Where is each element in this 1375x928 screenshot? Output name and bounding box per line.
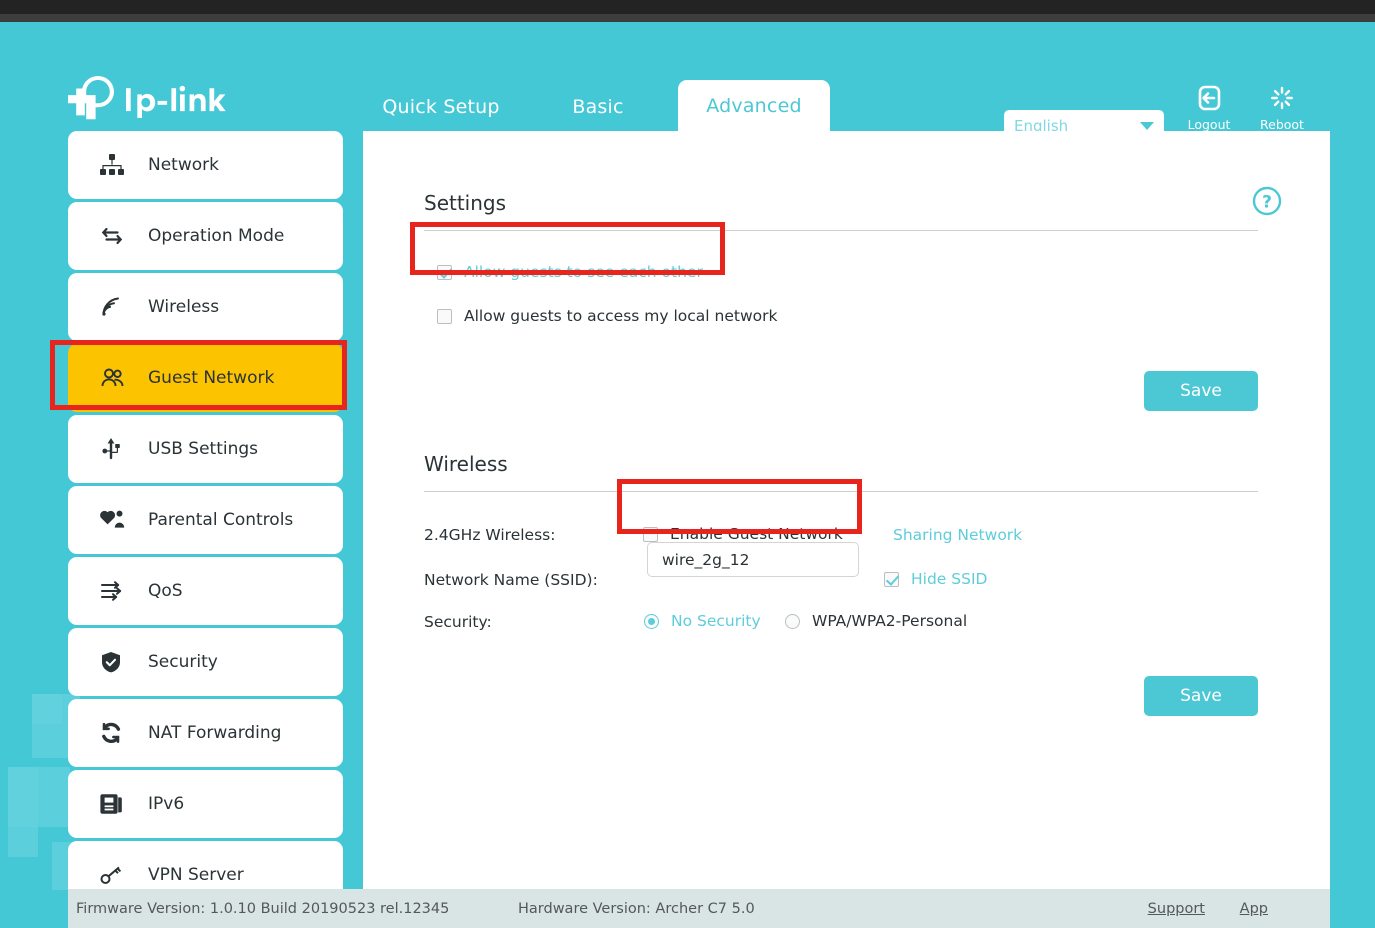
reboot-icon: [1252, 85, 1312, 115]
sidebar-item-wireless[interactable]: Wireless: [68, 273, 343, 341]
sidebar-item-label: Security: [148, 652, 218, 672]
wireless-section-title: Wireless: [424, 452, 508, 476]
tp-link-logo: [68, 74, 248, 122]
browser-chrome-strip-lower: [0, 14, 1375, 22]
sidebar-item-guest-network[interactable]: Guest Network: [68, 344, 343, 412]
radio-button: [785, 613, 800, 629]
logout-icon: [1179, 85, 1239, 115]
header: Quick Setup Basic Advanced English Logou…: [0, 22, 1375, 142]
vpn-server-icon: [100, 864, 134, 886]
checkbox-label: Hide SSID: [911, 570, 988, 588]
enable-guest-network-checkbox[interactable]: Enable Guest Network: [643, 525, 843, 543]
sidebar-item-label: Wireless: [148, 297, 220, 317]
security-label: Security:: [424, 613, 492, 631]
svg-text:?: ?: [1262, 193, 1272, 213]
band-label: 2.4GHz Wireless:: [424, 526, 556, 544]
browser-chrome-strip: [0, 0, 1375, 14]
sharing-network-link[interactable]: Sharing Network: [893, 526, 1022, 544]
decorative-block: [32, 694, 62, 724]
logout-label: Logout: [1187, 117, 1231, 132]
wireless-divider: [424, 491, 1258, 492]
checkbox-box: [884, 571, 899, 587]
sidebar-item-label: Guest Network: [148, 368, 275, 388]
usb-icon: [100, 438, 134, 460]
allow-guests-see-each-other-checkbox[interactable]: Allow guests to see each other: [437, 263, 703, 281]
ssid-input[interactable]: [647, 542, 859, 577]
hardware-version: Hardware Version: Archer C7 5.0: [518, 900, 755, 917]
reboot-button[interactable]: Reboot: [1252, 85, 1312, 132]
radio-wpa-wpa2-personal[interactable]: WPA/WPA2-Personal: [785, 612, 967, 630]
sidebar-item-label: Parental Controls: [148, 510, 294, 530]
sidebar-item-label: USB Settings: [148, 439, 259, 459]
reboot-label: Reboot: [1260, 117, 1304, 132]
sidebar-item-ipv6[interactable]: IPv6: [68, 770, 343, 838]
ssid-label: Network Name (SSID):: [424, 571, 598, 589]
settings-divider: [424, 230, 1258, 231]
content-panel: ? Settings Allow guests to see each othe…: [363, 131, 1330, 889]
firmware-version: Firmware Version: 1.0.10 Build 20190523 …: [76, 900, 450, 917]
checkbox-box: [437, 308, 452, 324]
guest-network-icon: [100, 367, 134, 389]
decorative-block: [8, 767, 38, 857]
wireless-icon: [100, 296, 134, 318]
operation-mode-icon: [100, 225, 134, 247]
hide-ssid-checkbox[interactable]: Hide SSID: [884, 570, 987, 588]
sidebar-item-usb-settings[interactable]: USB Settings: [68, 415, 343, 483]
settings-section-title: Settings: [424, 191, 507, 215]
qos-icon: [100, 580, 134, 602]
checkbox-box: [437, 264, 452, 280]
sidebar-item-network[interactable]: Network: [68, 131, 343, 199]
router-admin-page: Quick Setup Basic Advanced English Logou…: [0, 22, 1375, 928]
checkbox-label: Enable Guest Network: [670, 525, 843, 543]
chevron-down-icon: [1140, 122, 1154, 130]
wireless-save-button[interactable]: Save: [1144, 676, 1258, 716]
sidebar-item-nat-forwarding[interactable]: NAT Forwarding: [68, 699, 343, 767]
checkbox-label: Allow guests to access my local network: [464, 307, 778, 325]
app-link[interactable]: App: [1240, 901, 1268, 917]
radio-label: WPA/WPA2-Personal: [812, 612, 968, 630]
network-icon: [100, 154, 134, 176]
ipv6-icon: [100, 793, 134, 815]
sidebar-item-security[interactable]: Security: [68, 628, 343, 696]
shield-icon: [100, 651, 134, 673]
sidebar: Network Operation Mode Wireless Guest Ne…: [68, 131, 343, 912]
settings-save-button[interactable]: Save: [1144, 371, 1258, 411]
radio-button: [644, 613, 659, 629]
support-link[interactable]: Support: [1148, 901, 1205, 917]
sidebar-item-label: NAT Forwarding: [148, 723, 282, 743]
checkbox-box: [643, 526, 658, 542]
sidebar-item-qos[interactable]: QoS: [68, 557, 343, 625]
nat-forwarding-icon: [100, 722, 134, 744]
sidebar-item-label: VPN Server: [148, 865, 244, 885]
allow-guests-access-local-network-checkbox[interactable]: Allow guests to access my local network: [437, 307, 778, 325]
tab-basic[interactable]: Basic: [546, 82, 650, 131]
sidebar-item-operation-mode[interactable]: Operation Mode: [68, 202, 343, 270]
sidebar-item-label: Network: [148, 155, 219, 175]
radio-no-security[interactable]: No Security: [644, 612, 761, 630]
checkbox-label: Allow guests to see each other: [464, 263, 703, 281]
footer: Firmware Version: 1.0.10 Build 20190523 …: [68, 889, 1330, 928]
tab-quick-setup[interactable]: Quick Setup: [368, 82, 514, 131]
sidebar-item-label: Operation Mode: [148, 226, 285, 246]
sidebar-item-label: QoS: [148, 581, 183, 601]
sidebar-item-label: IPv6: [148, 794, 185, 814]
help-icon[interactable]: ?: [1252, 186, 1282, 216]
parental-controls-icon: [100, 509, 134, 531]
tab-advanced[interactable]: Advanced: [678, 80, 830, 131]
radio-label: No Security: [671, 612, 761, 630]
sidebar-item-parental-controls[interactable]: Parental Controls: [68, 486, 343, 554]
logout-button[interactable]: Logout: [1179, 85, 1239, 132]
